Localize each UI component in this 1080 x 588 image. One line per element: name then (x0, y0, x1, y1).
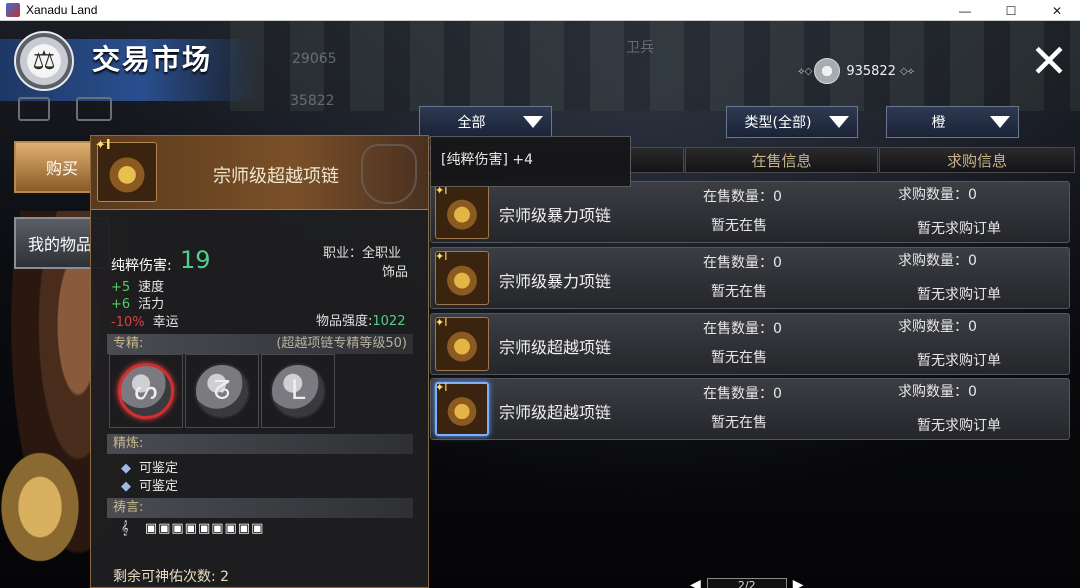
bonus-stat: +6 活力 (111, 297, 165, 312)
quality-dropdown-label: 橙 (931, 115, 946, 131)
prayer-slots: ▣▣▣▣▣▣▣▣▣ (144, 521, 265, 536)
main-stat-label: 纯粹伤害: (111, 258, 172, 274)
refine-section-header: 精炼: (107, 434, 413, 454)
diamond-icon: ◆ (121, 479, 131, 494)
currency-deco-left: ⟡◇ (798, 65, 813, 77)
table-header-buy-info: 求购信息 (879, 147, 1075, 173)
stat-hint-tooltip: [纯粹伤害] +4 (430, 136, 631, 187)
quality-dropdown[interactable]: 橙 (886, 106, 1019, 138)
prayer-row: 𝄞 ▣▣▣▣▣▣▣▣▣ (121, 521, 264, 536)
buy-count: 求购数量：0 (898, 253, 977, 269)
refine-item: ◆ 可鉴定 (121, 479, 179, 494)
mastery-slot[interactable]: ᘔ (185, 354, 259, 428)
currency-amount: 935822 (846, 63, 896, 79)
page-title: 交易市场 (92, 43, 213, 76)
sale-status: 暂无在售 (711, 415, 767, 431)
item-detail-tooltip: ✦I 宗师级超越项链 纯粹伤害: 19 职业：全职业 饰品 +5 速度 +6 活力 … (90, 135, 429, 588)
main-stat-value: 19 (180, 246, 211, 274)
category-dropdown[interactable]: 全部 (419, 106, 552, 138)
item-name: 宗师级超越项链 (499, 403, 612, 422)
pagination: ◀ 2/2 ▶ (690, 577, 804, 588)
bonus-stat: -10% 幸运 (111, 315, 179, 330)
maximize-button[interactable]: ☐ (988, 0, 1034, 21)
item-name: 宗师级暴力项链 (499, 206, 612, 225)
buy-status: 暂无求购订单 (917, 221, 1001, 237)
sale-status: 暂无在售 (711, 350, 767, 366)
buy-status: 暂无求购订单 (917, 287, 1001, 303)
type-dropdown-label: 类型(全部) (744, 115, 812, 131)
window-controls: — ☐ ✕ (942, 0, 1080, 21)
mastery-slot[interactable]: ᔕ (109, 354, 183, 428)
currency-display: ⟡◇ 935822 ◇⟡ (798, 57, 928, 85)
buy-status: 暂无求购订单 (917, 418, 1001, 434)
close-market-button[interactable]: ✕ (1026, 38, 1072, 85)
item-name: 宗师级超越项链 (499, 338, 612, 357)
buy-status: 暂无求购订单 (917, 353, 1001, 369)
minimize-button[interactable]: — (942, 0, 988, 21)
balance-scale-icon: ⚖ (14, 31, 74, 91)
item-strength: 物品强度:1022 (316, 314, 406, 329)
table-row[interactable]: ✦I 宗师级暴力项链 在售数量：0 暂无在售 求购数量：0 暂无求购订单 (430, 181, 1070, 243)
background-npc-label: 卫兵 (626, 40, 654, 56)
background-number-label: 29065 (292, 51, 337, 67)
sale-count: 在售数量：0 (703, 386, 782, 402)
mastery-slot[interactable]: ᒪ (261, 354, 335, 428)
table-header-sale-info: 在售信息 (685, 147, 878, 173)
buy-count: 求购数量：0 (898, 384, 977, 400)
tier-badge: ✦I (435, 381, 448, 394)
sale-status: 暂无在售 (711, 284, 767, 300)
tier-badge: ✦I (435, 316, 448, 329)
sale-count: 在售数量：0 (703, 321, 782, 337)
mastery-section-header: 专精: (超越项链专精等级50) (107, 334, 413, 354)
sale-status: 暂无在售 (711, 218, 767, 234)
item-name: 宗师级暴力项链 (499, 272, 612, 291)
game-viewport: 29065 卫兵 35822 ⚖ 交易市场 ⟡◇ 935822 ◇⟡ ✕ 购买 … (0, 21, 1080, 588)
background-girl-character (0, 451, 100, 588)
diamond-icon: ◆ (121, 461, 131, 476)
buy-count: 求购数量：0 (898, 319, 977, 335)
tooltip-item-name: 宗师级超越项链 (213, 166, 339, 187)
equip-slot: 饰品 (382, 265, 409, 280)
chevron-down-icon (829, 116, 849, 128)
chevron-down-icon (523, 116, 543, 128)
mastery-rune-2-icon: ᘔ (194, 363, 250, 419)
window-titlebar: Xanadu Land — ☐ ✕ (0, 0, 1080, 21)
sale-count: 在售数量：0 (703, 189, 782, 205)
background-scene (230, 21, 1080, 111)
table-row-selected[interactable]: ✦I 宗师级超越项链 在售数量：0 暂无在售 求购数量：0 暂无求购订单 (430, 378, 1070, 440)
silver-coin-icon (814, 58, 841, 84)
prayer-section-header: 祷言: (107, 498, 413, 518)
bag-icon[interactable] (18, 97, 50, 121)
page-indicator: 2/2 (706, 578, 787, 588)
refine-item: ◆ 可鉴定 (121, 461, 179, 476)
prayer-icon: 𝄞 (121, 521, 129, 536)
tier-badge: ✦I (435, 250, 448, 263)
background-number-label-2: 35822 (290, 93, 335, 109)
menu-icon[interactable] (76, 97, 112, 121)
window-close-button[interactable]: ✕ (1034, 0, 1080, 21)
buy-count: 求购数量：0 (898, 187, 977, 203)
prev-page-icon[interactable]: ◀ (690, 577, 701, 588)
pendant-icon (361, 144, 417, 204)
app-icon (6, 3, 20, 17)
mastery-rune-1-icon: ᔕ (118, 363, 174, 419)
table-row[interactable]: ✦I 宗师级超越项链 在售数量：0 暂无在售 求购数量：0 暂无求购订单 (430, 313, 1070, 375)
tier-badge: ✦I (95, 138, 111, 153)
mastery-rune-3-icon: ᒪ (270, 363, 326, 419)
window-title: Xanadu Land (26, 3, 98, 17)
category-dropdown-label: 全部 (457, 115, 486, 131)
table-row[interactable]: ✦I 宗师级暴力项链 在售数量：0 暂无在售 求购数量：0 暂无求购订单 (430, 247, 1070, 309)
chevron-down-icon (990, 116, 1010, 128)
tooltip-header: ✦I 宗师级超越项链 (91, 136, 428, 210)
job-requirement: 职业：全职业 (323, 246, 402, 261)
stat-hint-text: [纯粹伤害] +4 (441, 152, 534, 168)
sale-count: 在售数量：0 (703, 255, 782, 271)
type-dropdown[interactable]: 类型(全部) (726, 106, 858, 138)
currency-deco-right: ◇⟡ (899, 65, 915, 77)
mastery-requirement: (超越项链专精等级50) (276, 336, 407, 351)
next-page-icon[interactable]: ▶ (793, 577, 804, 588)
blessing-remaining: 剩余可神佑次数: 2 (113, 569, 230, 585)
